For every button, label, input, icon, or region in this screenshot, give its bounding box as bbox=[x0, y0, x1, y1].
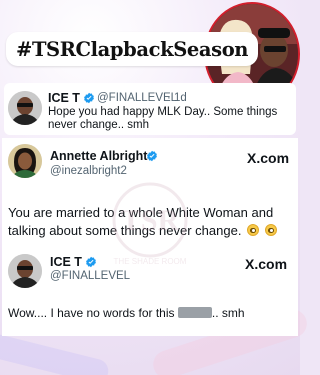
tweet-card-icet-original[interactable]: ICE T @FINALLEVEL · 1d Hope you had happ… bbox=[4, 83, 296, 135]
author-name[interactable]: ICE T bbox=[50, 255, 82, 269]
flushed-face-emoji-icon bbox=[247, 224, 260, 236]
author-name[interactable]: Annette Albright bbox=[50, 149, 147, 163]
tweet-text-line: Hope you had happy MLK Day.. Some things bbox=[48, 106, 278, 118]
avatar[interactable] bbox=[8, 91, 42, 125]
tweet-text: Wow.... I have no words for this .. smh bbox=[8, 306, 298, 321]
tweet-timestamp[interactable]: · 1d bbox=[167, 92, 187, 104]
tweet-card-icet-response[interactable]: ICE T @FINALLEVEL X.com Wow.... I have n… bbox=[2, 248, 298, 336]
avatar[interactable] bbox=[8, 144, 42, 178]
flushed-face-emoji-icon bbox=[264, 224, 277, 236]
hashtag-title: #TSRClapbackSeason bbox=[6, 32, 259, 66]
tweet-text-end: .. smh bbox=[211, 306, 245, 320]
verified-badge-icon bbox=[84, 92, 94, 104]
verified-badge-icon bbox=[147, 150, 157, 162]
author-name[interactable]: ICE T bbox=[48, 91, 80, 105]
author-handle[interactable]: @FINALLEVEL bbox=[97, 92, 177, 104]
tweet-text-line: You are married to a whole White Woman a… bbox=[8, 205, 274, 220]
tweet-text: Hope you had happy MLK Day.. Some things… bbox=[48, 106, 293, 132]
tweet-text-start: Wow.... I have no words for this bbox=[8, 306, 175, 320]
x-logo-icon[interactable]: X.com bbox=[245, 256, 287, 272]
avatar[interactable] bbox=[8, 254, 42, 288]
tweet-text-line: never change.. smh bbox=[48, 119, 150, 131]
censored-word bbox=[177, 307, 212, 318]
tweet-text: You are married to a whole White Woman a… bbox=[8, 204, 298, 240]
author-handle[interactable]: @FINALLEVEL bbox=[50, 270, 130, 282]
tweet-text-line-with-emoji: talking about some things never change. bbox=[8, 222, 298, 240]
tweet-text-line: talking about some things never change. bbox=[8, 223, 242, 238]
x-logo-icon[interactable]: X.com bbox=[247, 150, 289, 166]
tweet-card-annette-reply[interactable]: Annette Albright @inezalbright2 X.com Yo… bbox=[2, 138, 298, 248]
verified-badge-icon bbox=[86, 256, 96, 268]
author-handle[interactable]: @inezalbright2 bbox=[50, 165, 127, 177]
